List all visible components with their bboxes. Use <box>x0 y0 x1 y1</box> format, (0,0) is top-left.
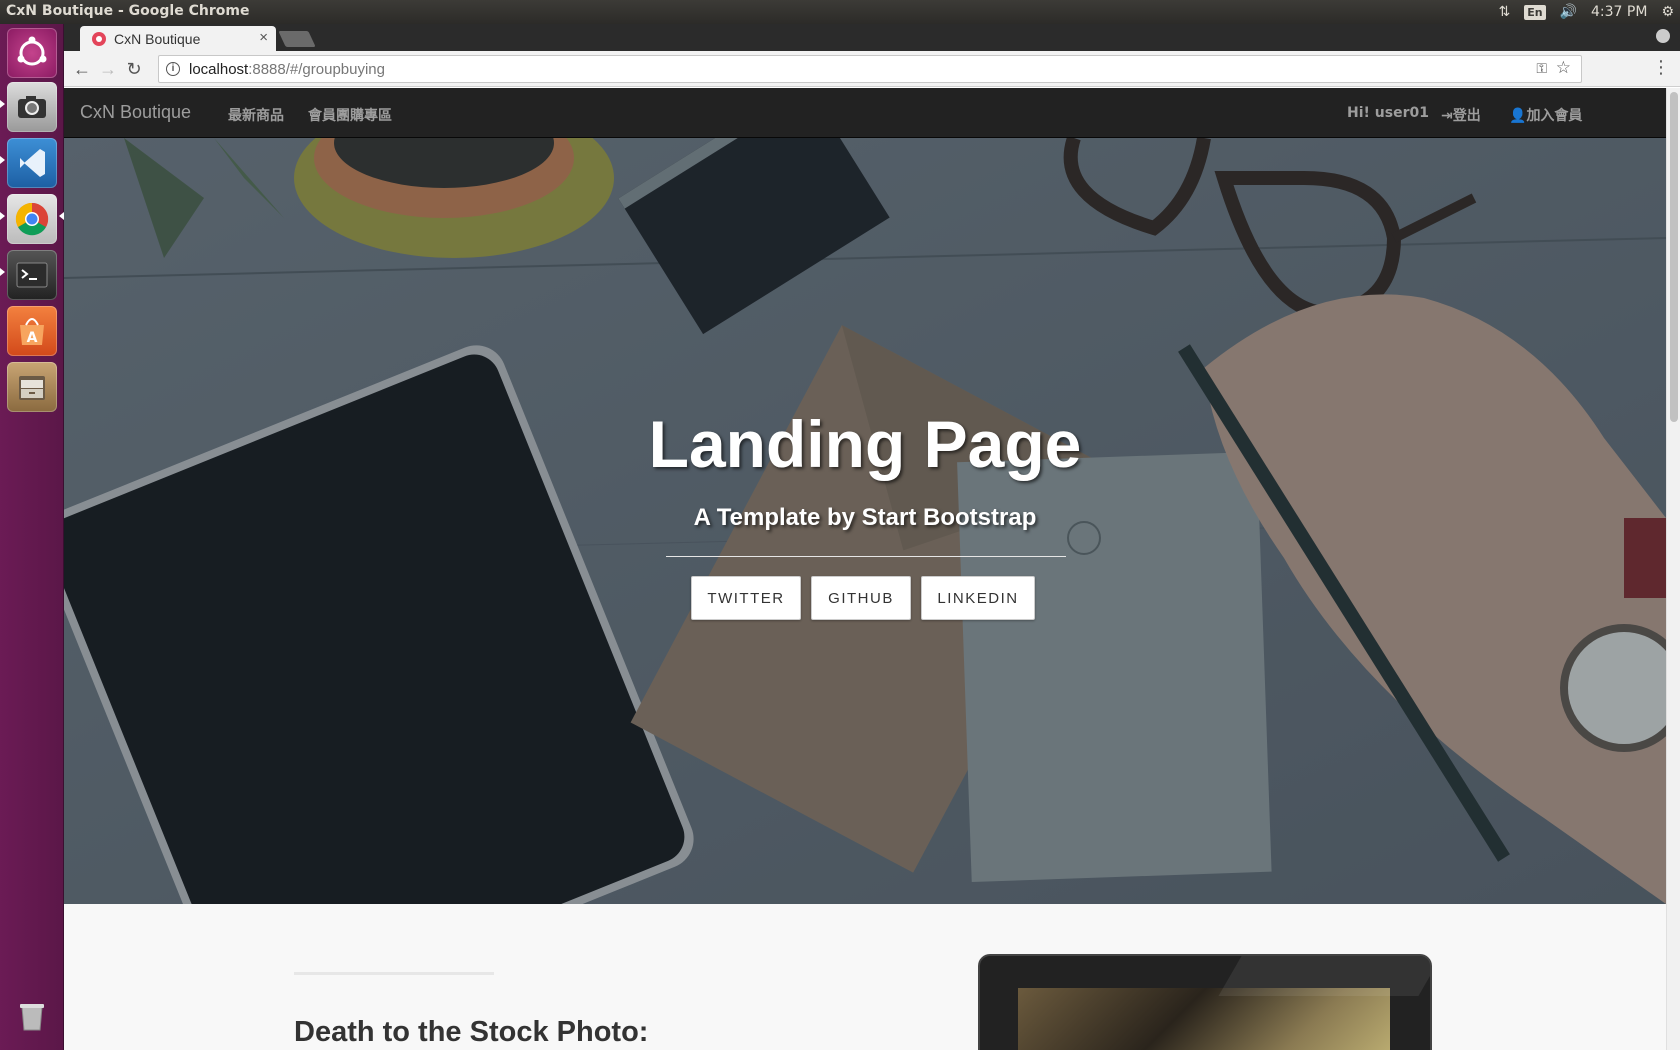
running-indicator <box>0 156 5 164</box>
section-divider <box>294 972 494 975</box>
reload-icon[interactable]: ↻ <box>122 57 146 81</box>
github-button[interactable]: GITHUB <box>811 576 911 620</box>
device-glare <box>1218 956 1430 996</box>
device-screen <box>1018 988 1390 1050</box>
ubuntu-dash-icon[interactable] <box>7 28 57 78</box>
svg-text:A: A <box>27 330 38 346</box>
key-icon[interactable]: ⚿ <box>1536 60 1547 77</box>
settings-gear-icon[interactable]: ⚙ <box>1661 4 1674 20</box>
running-indicator <box>0 100 5 108</box>
url-text[interactable]: localhost:8888/#/groupbuying <box>189 61 385 78</box>
site-brand[interactable]: CxN Boutique <box>80 102 191 123</box>
tab-strip: CxN Boutique × <box>64 24 1680 51</box>
logout-label: 登出 <box>1452 108 1481 124</box>
profile-icon[interactable] <box>1656 29 1670 43</box>
chrome-icon[interactable] <box>7 194 57 244</box>
unity-launcher: A <box>0 24 64 1050</box>
back-arrow-icon[interactable]: ← <box>70 57 94 81</box>
nav-group-buying[interactable]: 會員團購專區 <box>308 105 392 125</box>
device-image <box>978 954 1432 1050</box>
user-icon: 👤 <box>1509 108 1527 124</box>
nav-join[interactable]: 👤加入會員 <box>1509 105 1582 125</box>
file-manager-icon[interactable] <box>7 362 57 412</box>
tab-title: CxN Boutique <box>114 31 201 47</box>
nav-logout[interactable]: ⇥登出 <box>1441 105 1481 125</box>
new-tab-button[interactable] <box>278 31 316 47</box>
os-top-panel: CxN Boutique - Google Chrome ⇅ En 🔊 4:37… <box>0 0 1680 24</box>
screenshot-camera-icon[interactable] <box>7 82 57 132</box>
scrollbar-thumb[interactable] <box>1670 92 1678 422</box>
browser-toolbar: ← → ↻ i localhost:8888/#/groupbuying ⚿ ☆… <box>64 51 1680 87</box>
browser-tab[interactable]: CxN Boutique × <box>80 26 276 51</box>
nav-latest-products[interactable]: 最新商品 <box>228 105 284 125</box>
volume-icon[interactable]: 🔊 <box>1560 4 1577 20</box>
clock[interactable]: 4:37 PM <box>1591 4 1647 20</box>
page-scrollbar[interactable] <box>1666 88 1680 1050</box>
join-label: 加入會員 <box>1526 108 1583 124</box>
chrome-window: CxN Boutique × ← → ↻ i localhost:8888/#/… <box>64 24 1680 1050</box>
network-icon[interactable]: ⇅ <box>1498 4 1510 20</box>
chrome-menu-icon[interactable]: ⋮ <box>1652 57 1670 78</box>
running-indicator <box>0 268 5 276</box>
content-section: Death to the Stock Photo: <box>64 904 1666 1050</box>
trash-icon[interactable] <box>7 990 57 1040</box>
system-indicators: ⇅ En 🔊 4:37 PM ⚙ <box>1498 0 1674 24</box>
hero-divider <box>666 556 1066 557</box>
nav-greeting[interactable]: Hi! user01 <box>1347 105 1429 121</box>
info-icon[interactable]: i <box>166 62 180 76</box>
forward-arrow-icon[interactable]: → <box>96 57 120 81</box>
page-viewport: CxN Boutique 最新商品 會員團購專區 Hi! user01 ⇥登出 … <box>64 88 1666 1050</box>
software-center-icon[interactable]: A <box>7 306 57 356</box>
bookmark-star-icon[interactable]: ☆ <box>1556 58 1571 78</box>
favicon-icon <box>92 32 106 46</box>
keyboard-layout-indicator[interactable]: En <box>1524 4 1546 20</box>
section-heading: Death to the Stock Photo: <box>294 1016 649 1048</box>
hero-section: Landing Page A Template by Start Bootstr… <box>64 138 1666 904</box>
hero-subtitle: A Template by Start Bootstrap <box>693 504 1037 531</box>
twitter-button[interactable]: TWITTER <box>691 576 801 620</box>
linkedin-button[interactable]: LINKEDIN <box>921 576 1035 620</box>
terminal-icon[interactable] <box>7 250 57 300</box>
site-navbar: CxN Boutique 最新商品 會員團購專區 Hi! user01 ⇥登出 … <box>64 88 1666 138</box>
vscode-icon[interactable] <box>7 138 57 188</box>
running-indicator <box>0 212 5 220</box>
hero-title: Landing Page <box>648 407 1082 481</box>
tab-close-icon[interactable]: × <box>259 29 268 46</box>
logout-icon: ⇥ <box>1441 108 1453 124</box>
address-bar[interactable]: i localhost:8888/#/groupbuying ⚿ ☆ <box>158 55 1582 83</box>
window-title: CxN Boutique - Google Chrome <box>6 3 250 19</box>
